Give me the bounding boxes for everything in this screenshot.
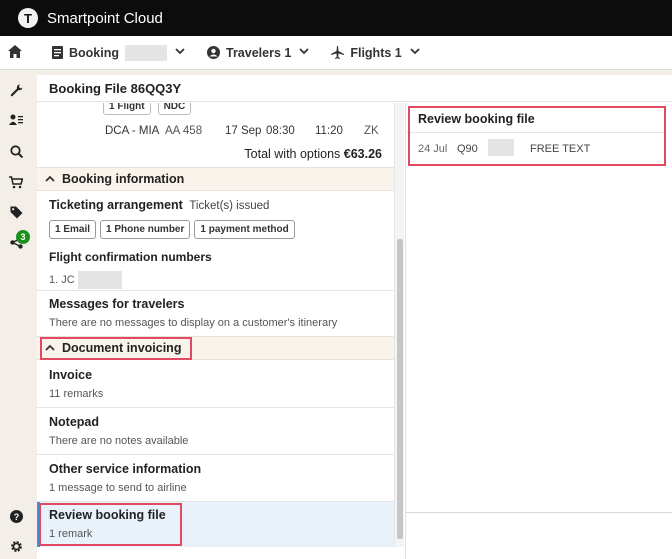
document-icon	[52, 46, 63, 59]
flights-label: Flights 1	[350, 45, 402, 60]
scrollbar[interactable]	[394, 103, 404, 547]
redacted-confirmation	[77, 271, 122, 289]
travelers-menu[interactable]: Travelers 1	[207, 46, 309, 60]
home-icon	[8, 44, 22, 61]
booking-information-header[interactable]: Booking information	[37, 167, 394, 191]
main-nav: Booking Travelers 1 Flights 1	[0, 36, 672, 70]
flight-tags: 1 Flight NDC	[103, 103, 192, 115]
confirmation-label: Flight confirmation numbers	[49, 250, 212, 264]
chevron-down-icon	[175, 47, 185, 58]
app-header: T Smartpoint Cloud	[0, 0, 672, 36]
messages-label: Messages for travelers	[49, 297, 185, 311]
divider	[37, 290, 394, 291]
divider	[37, 454, 394, 455]
email-chip[interactable]: 1 Email	[49, 220, 97, 239]
invoice-label[interactable]: Invoice	[49, 368, 92, 382]
flights-menu[interactable]: Flights 1	[331, 45, 420, 60]
ndc-tag: NDC	[157, 103, 192, 115]
phone-chip[interactable]: 1 Phone number	[100, 220, 191, 239]
osi-label[interactable]: Other service information	[49, 462, 201, 476]
flight-arrive: 11:20	[315, 125, 343, 137]
home-button[interactable]	[0, 44, 30, 61]
redacted-booking-id	[125, 44, 167, 61]
flight-date: 17 Sep	[225, 125, 262, 137]
contacts-icon[interactable]	[8, 112, 24, 128]
highlight-document-invoicing	[40, 337, 192, 360]
booking-file-header: Booking File 86QQ3Y	[37, 75, 672, 102]
ticketing-arrangement: Ticketing arrangement Ticket(s) issued	[49, 198, 269, 212]
flight-class: ZK	[364, 125, 379, 137]
help-icon[interactable]: ?	[8, 508, 24, 524]
total-value: €63.26	[343, 147, 382, 161]
booking-file-title: Booking File 86QQ3Y	[49, 81, 182, 96]
user-circle-icon	[207, 46, 220, 59]
flight-route: DCA - MIA	[105, 125, 160, 137]
booking-details-pane: 1 Flight NDC DCA - MIA AA 458 17 Sep 08:…	[37, 103, 394, 547]
booking-menu[interactable]: Booking	[52, 44, 185, 61]
chevron-down-icon	[410, 47, 420, 58]
osi-sub: 1 message to send to airline	[49, 482, 187, 494]
pane-divider	[405, 103, 406, 559]
payment-chip[interactable]: 1 payment method	[194, 220, 295, 239]
tag-icon[interactable]	[8, 204, 24, 220]
scroll-thumb[interactable]	[397, 239, 403, 539]
notepad-sub: There are no notes available	[49, 435, 189, 447]
notepad-label[interactable]: Notepad	[49, 415, 99, 429]
divider	[37, 407, 394, 408]
booking-file-panel: Booking File 86QQ3Y 1 Flight NDC DCA - M…	[37, 75, 672, 559]
invoice-sub: 11 remarks	[49, 388, 104, 400]
booking-information-label: Booking information	[62, 172, 185, 186]
confirmation-value: 1. JC	[49, 273, 75, 286]
divider	[406, 512, 672, 513]
messages-value: There are no messages to display on a cu…	[49, 317, 338, 329]
confirmation-row: 1. JC	[49, 271, 122, 289]
total-with-options: Total with options €63.26	[244, 147, 382, 161]
chevron-down-icon	[299, 47, 309, 58]
airplane-icon	[331, 46, 345, 59]
highlight-review-panel	[408, 106, 666, 166]
flight-count-tag: 1 Flight	[103, 103, 151, 115]
flight-depart: 08:30	[266, 125, 295, 137]
chevron-up-icon	[45, 173, 55, 185]
svg-text:?: ?	[13, 512, 19, 522]
app-logo: T	[18, 8, 38, 28]
booking-label: Booking	[69, 45, 119, 60]
app-title: Smartpoint Cloud	[47, 9, 163, 27]
wrench-icon[interactable]	[8, 82, 24, 98]
share-count-badge: 3	[16, 230, 30, 244]
total-label: Total with options	[244, 147, 341, 161]
settings-icon[interactable]	[8, 538, 24, 554]
contact-chips: 1 Email 1 Phone number 1 payment method	[49, 220, 295, 239]
highlight-review-row	[39, 503, 182, 546]
ticketing-value: Ticket(s) issued	[189, 200, 270, 212]
ticketing-label: Ticketing arrangement	[49, 198, 183, 212]
travelers-label: Travelers 1	[226, 45, 292, 60]
flight-number: AA 458	[165, 125, 203, 137]
left-sidebar: 3 ?	[0, 71, 30, 559]
cart-icon[interactable]	[8, 174, 24, 190]
search-icon[interactable]	[8, 143, 24, 159]
